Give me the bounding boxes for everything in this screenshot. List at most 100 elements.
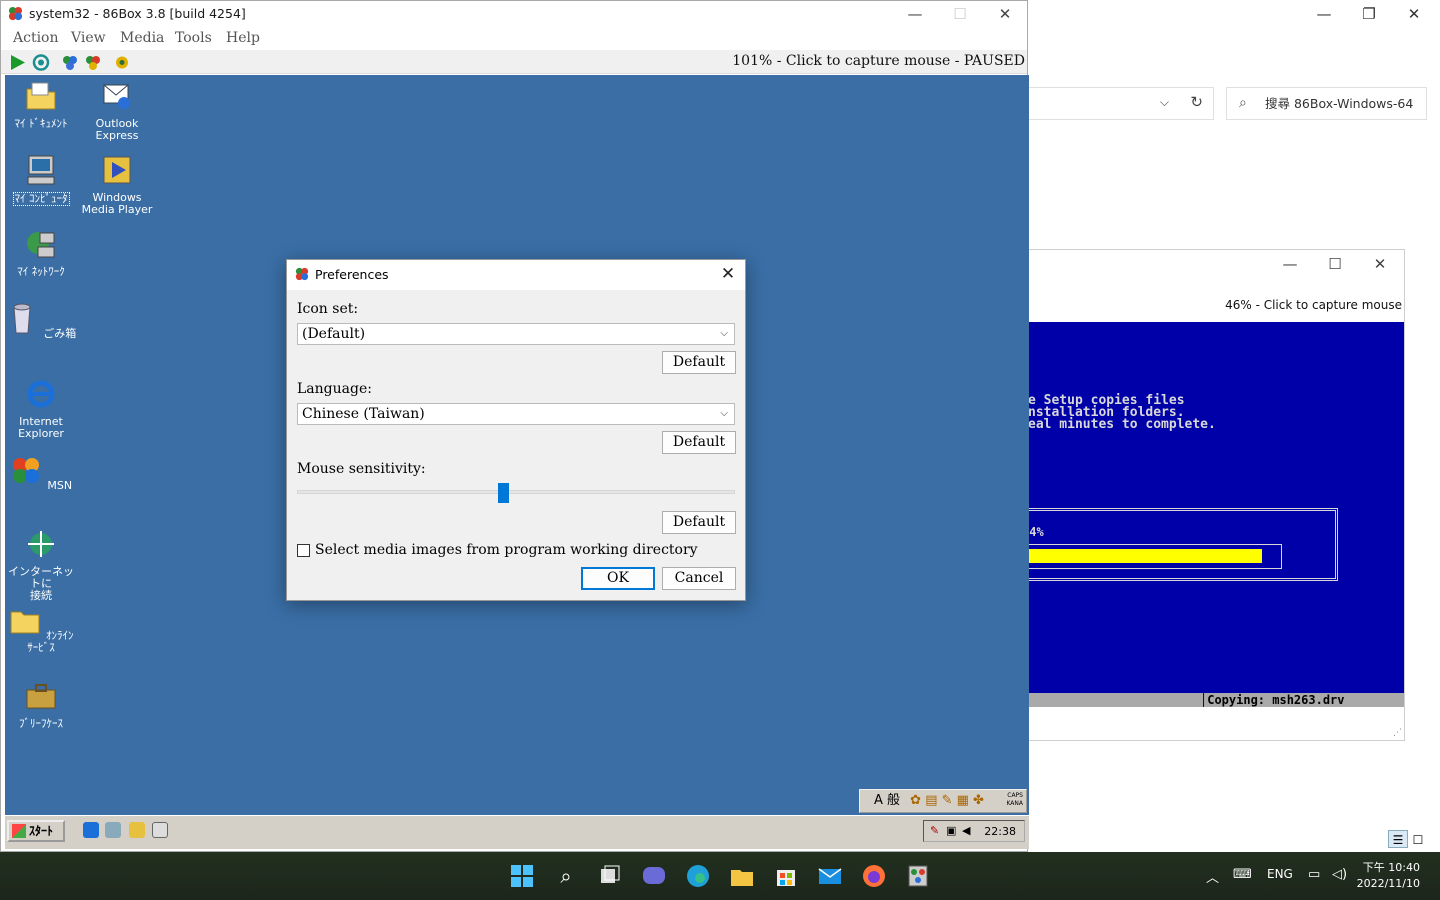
play-icon[interactable] [9, 54, 27, 71]
details-view-icon[interactable]: ☰ [1388, 830, 1408, 848]
desktop-icon-briefcase[interactable]: ﾌﾞﾘｰﾌｹｰｽ [5, 679, 79, 730]
ctrl-alt-esc-icon[interactable] [84, 54, 102, 71]
desktop-icon-outlook-express[interactable]: Outlook Express [79, 79, 155, 142]
resize-grip-icon[interactable]: ⋰ [1393, 728, 1402, 738]
explorer-close-button[interactable]: ✕ [1394, 4, 1434, 24]
search-placeholder: 搜尋 86Box-Windows-64 [1265, 96, 1414, 111]
ok-button[interactable]: OK [581, 567, 655, 590]
desktop-icon-my-network[interactable]: ﾏｲ ﾈｯﾄﾜｰｸ [5, 227, 79, 278]
86box-taskbar-icon[interactable] [904, 862, 932, 890]
language-default-button[interactable]: Default [662, 431, 736, 454]
input-language[interactable]: ENG [1267, 867, 1293, 881]
connect-internet-icon [28, 531, 54, 557]
ctrl-alt-del-icon[interactable] [61, 54, 79, 71]
progress-percent: 94% [1028, 525, 1044, 539]
cancel-button[interactable]: Cancel [662, 567, 736, 590]
volume-icon[interactable]: ◀ [962, 824, 970, 837]
toolbar: 101% - Click to capture mouse - PAUSED [1, 50, 1027, 74]
chevron-down-icon[interactable]: ⌵ [1160, 95, 1169, 110]
chat-icon[interactable] [640, 862, 668, 890]
menu-media[interactable]: Media [120, 30, 164, 46]
box2-status-text[interactable]: 46% - Click to capture mouse [1225, 298, 1402, 312]
box2-maximize-button[interactable]: ☐ [1317, 254, 1353, 274]
start-label: ｽﾀｰﾄ [29, 824, 54, 838]
internet-explorer-icon [27, 380, 55, 408]
refresh-icon[interactable]: ↻ [1190, 93, 1203, 111]
progress-fill [1029, 549, 1262, 563]
mouse-sensitivity-slider[interactable] [297, 490, 735, 494]
search-icon[interactable]: ⌕ [552, 862, 580, 890]
maximize-button[interactable]: ☐ [940, 4, 980, 24]
icon-label: ごみ箱 [43, 327, 77, 340]
icon-set-value: (Default) [302, 326, 366, 342]
system-clock[interactable]: 下午 10:40 2022/11/10 [1357, 860, 1420, 892]
dialog-title-bar: Preferences ✕ [287, 260, 745, 290]
network-icon [27, 232, 55, 258]
network-icon[interactable]: ▭ [1308, 867, 1320, 882]
close-button[interactable]: ✕ [985, 4, 1025, 24]
icon-set-default-button[interactable]: Default [662, 351, 736, 374]
display-icon[interactable]: ▣ [946, 824, 956, 837]
language-select[interactable]: Chinese (Taiwan) ⌵ [297, 403, 735, 425]
ime-toolbar[interactable]: A 般 ✿ ▤ ✎ ▦ ✤ CAPS KANA [859, 789, 1027, 813]
language-label: Language: [297, 381, 372, 397]
box2-close-button[interactable]: ✕ [1362, 254, 1398, 274]
setup-text-line: eal minutes to complete. [1028, 417, 1216, 432]
store-icon[interactable] [772, 862, 800, 890]
media-dir-checkbox-label[interactable]: Select media images from program working… [315, 542, 698, 558]
menu-help[interactable]: Help [226, 30, 260, 46]
media-dir-checkbox[interactable] [297, 544, 310, 557]
settings-icon[interactable] [113, 54, 131, 71]
desktop-icon-recycle-bin[interactable]: ごみ箱 [5, 301, 79, 340]
computer-icon [27, 155, 55, 185]
quicklaunch-media-player-icon[interactable] [129, 822, 145, 838]
desktop-icon-msn[interactable]: MSN [5, 453, 79, 492]
chevron-up-icon[interactable]: ︿ [1206, 867, 1219, 886]
ime-tools-icon[interactable]: ✿ ▤ ✎ ▦ ✤ [910, 793, 984, 808]
minimize-button[interactable]: — [895, 4, 935, 24]
desktop-icon-my-documents[interactable]: ﾏｲ ﾄﾞｷｭﾒﾝﾄ [5, 79, 79, 130]
quicklaunch-outlook-icon[interactable] [105, 822, 121, 838]
desktop-icon-my-computer[interactable]: ﾏｲ ｺﾝﾋﾟｭｰﾀ [5, 153, 79, 206]
slider-thumb[interactable] [498, 483, 509, 503]
large-icons-view-icon[interactable]: ☐ [1408, 831, 1428, 849]
file-explorer-icon[interactable] [728, 862, 756, 890]
quicklaunch-show-desktop-icon[interactable] [152, 822, 168, 838]
edge-icon[interactable] [684, 862, 712, 890]
view-toggle: ☰ ☐ [1388, 830, 1436, 850]
firefox-icon[interactable] [860, 862, 888, 890]
icon-set-select[interactable]: (Default) ⌵ [297, 323, 735, 345]
chevron-down-icon: ⌵ [720, 408, 728, 419]
desktop-icon-windows-media-player[interactable]: Windows Media Player [79, 153, 155, 216]
search-input[interactable]: ⌕ 搜尋 86Box-Windows-64 [1226, 87, 1427, 120]
desktop-icon-connect-internet[interactable]: インターネットに 接続 [5, 527, 79, 602]
speaker-icon[interactable]: ◁) [1332, 867, 1347, 882]
emulated-dos-screen[interactable]: e Setup copies files nstallation folders… [1028, 322, 1404, 707]
keyboard-icon[interactable]: ⌨ [1233, 867, 1252, 882]
menu-action[interactable]: Action [13, 30, 59, 46]
icon-label: ﾌﾞﾘｰﾌｹｰｽ [19, 717, 63, 730]
mouse-default-button[interactable]: Default [662, 511, 736, 534]
pen-icon[interactable]: ✎ [930, 824, 939, 837]
address-bar[interactable]: ⌵ ↻ [1028, 87, 1214, 120]
desktop-icon-internet-explorer[interactable]: Internet Explorer [5, 377, 79, 440]
quicklaunch-ie-icon[interactable] [83, 822, 99, 838]
box2-minimize-button[interactable]: — [1272, 254, 1308, 274]
start-button[interactable]: ｽﾀｰﾄ [7, 820, 65, 842]
task-view-icon[interactable] [596, 862, 624, 890]
icon-label: ﾏｲ ｺﾝﾋﾟｭｰﾀ [12, 192, 70, 206]
reset-icon[interactable] [32, 54, 50, 71]
media-player-icon [103, 156, 131, 184]
icon-label: MSN [47, 479, 73, 492]
dialog-close-button[interactable]: ✕ [717, 263, 739, 285]
desktop-icon-online-services[interactable]: ｵﾝﾗｲﾝ ｻｰﾋﾞｽ [5, 603, 79, 654]
capture-status[interactable]: 101% - Click to capture mouse - PAUSED [732, 53, 1025, 69]
msn-butterfly-icon [12, 458, 39, 483]
menu-tools[interactable]: Tools [175, 30, 212, 46]
windows-start-icon[interactable] [508, 862, 536, 890]
guest-system-tray: ✎ ▣ ◀ 22:38 [923, 820, 1025, 842]
explorer-minimize-button[interactable]: — [1304, 4, 1344, 24]
menu-view[interactable]: View [71, 30, 106, 46]
mail-icon[interactable] [816, 862, 844, 890]
explorer-maximize-button[interactable]: ❐ [1349, 4, 1389, 24]
